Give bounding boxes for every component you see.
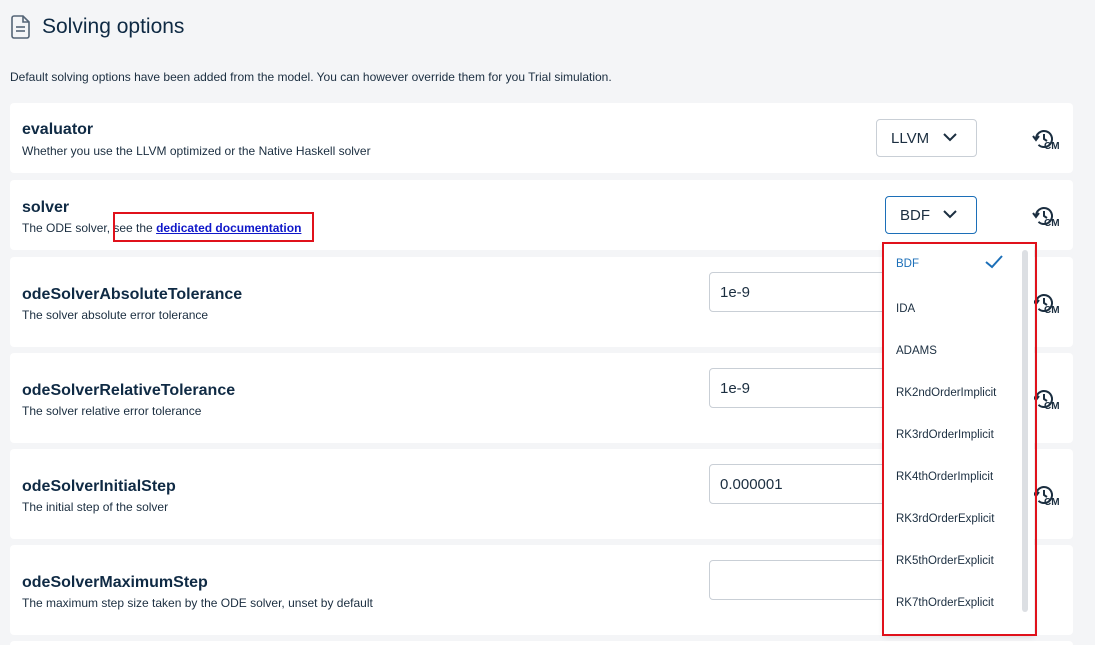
chevron-down-icon — [943, 210, 957, 219]
option-description: Whether you use the LLVM optimized or th… — [22, 144, 371, 158]
reset-history-icon[interactable]: CM — [1032, 291, 1066, 321]
option-description: The initial step of the solver — [22, 500, 169, 514]
reset-label: CM — [1044, 305, 1060, 316]
reset-history-icon[interactable]: CM — [1032, 387, 1066, 417]
abs-tol-input[interactable]: 1e-9 — [709, 272, 889, 312]
description-prefix: The ODE solver — [22, 221, 107, 235]
option-card-next — [10, 641, 1073, 645]
option-description: The solver absolute error tolerance — [22, 308, 209, 322]
option-name: odeSolverInitialStep — [22, 478, 176, 495]
evaluator-select[interactable]: LLVM — [876, 119, 977, 157]
option-card-evaluator: evaluator Whether you use the LLVM optim… — [10, 103, 1073, 173]
initial-step-input[interactable]: 0.000001 — [709, 464, 889, 504]
option-description: The maximum step size taken by the ODE s… — [22, 596, 373, 610]
reset-label: CM — [1044, 218, 1060, 229]
option-name: odeSolverMaximumStep — [22, 574, 208, 591]
reset-label: CM — [1044, 401, 1060, 412]
highlight-box — [113, 212, 314, 242]
rel-tol-input[interactable]: 1e-9 — [709, 368, 889, 408]
reset-label: CM — [1044, 497, 1060, 508]
reset-history-icon[interactable]: CM — [1032, 127, 1066, 157]
option-description: The solver relative error tolerance — [22, 404, 202, 418]
page-title: Solving options — [42, 15, 185, 38]
document-icon — [10, 14, 32, 40]
option-name: solver — [22, 199, 70, 216]
solver-select-value: BDF — [900, 206, 930, 224]
chevron-down-icon — [943, 133, 957, 142]
page-header: Solving options — [10, 12, 184, 42]
dropdown-highlight-box — [882, 242, 1037, 636]
option-name: odeSolverRelativeTolerance — [22, 382, 236, 399]
option-name: odeSolverAbsoluteTolerance — [22, 286, 243, 303]
evaluator-select-value: LLVM — [891, 129, 930, 147]
reset-history-icon[interactable]: CM — [1032, 483, 1066, 513]
reset-label: CM — [1044, 141, 1060, 152]
max-step-input[interactable] — [709, 560, 889, 600]
option-name: evaluator — [22, 121, 94, 138]
solver-select[interactable]: BDF — [885, 196, 977, 234]
intro-text: Default solving options have been added … — [10, 70, 612, 84]
reset-history-icon[interactable]: CM — [1032, 204, 1066, 234]
